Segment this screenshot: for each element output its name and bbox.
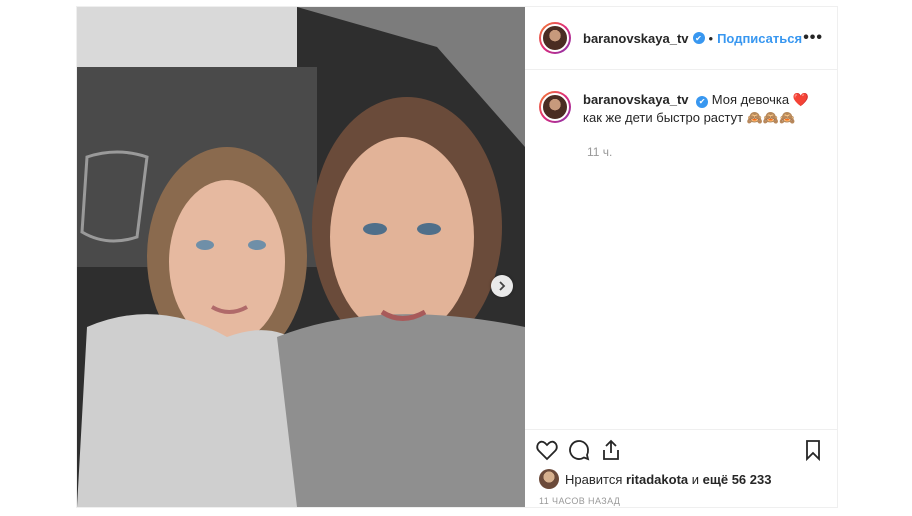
likes-prefix: Нравится <box>565 471 623 487</box>
comment-icon <box>569 440 590 461</box>
liker-avatar[interactable] <box>539 469 559 489</box>
instagram-post: baranovskaya_tv ✔ • Подписаться ••• bara… <box>76 6 838 508</box>
save-button[interactable] <box>799 436 827 464</box>
photo-illustration <box>77 7 525 507</box>
more-options-icon[interactable]: ••• <box>803 29 823 47</box>
caption-username[interactable]: baranovskaya_tv <box>583 92 689 107</box>
header-username[interactable]: baranovskaya_tv <box>583 31 689 46</box>
like-button[interactable] <box>533 436 561 464</box>
caption-time: 11 ч. <box>587 145 613 159</box>
caption: baranovskaya_tv ✔ Моя девочка ❤️ как же … <box>539 91 829 127</box>
share-icon <box>603 439 619 460</box>
verified-badge-icon: ✔ <box>696 96 709 108</box>
share-button[interactable] <box>597 436 625 464</box>
avatar[interactable] <box>539 22 571 54</box>
action-bar <box>525 429 837 470</box>
comment-button[interactable] <box>565 436 593 464</box>
likes-count[interactable]: ещё 56 233 <box>703 472 772 487</box>
caption-text: baranovskaya_tv ✔ Моя девочка ❤️ как же … <box>583 91 809 127</box>
post-header: baranovskaya_tv ✔ • Подписаться ••• <box>525 7 837 70</box>
likes-middle: и <box>691 471 700 487</box>
bookmark-icon <box>806 440 820 462</box>
likes-summary: Нравится ritadakota и ещё 56 233 <box>539 469 771 489</box>
liker-username[interactable]: ritadakota <box>626 472 688 487</box>
separator-dot: • <box>708 30 714 46</box>
verified-badge-icon: ✔ <box>692 32 705 44</box>
post-photo[interactable] <box>77 7 525 507</box>
caption-line-2: как же дети быстро растут 🙈🙈🙈 <box>583 110 796 125</box>
next-photo-button[interactable] <box>491 275 513 297</box>
post-sidebar: baranovskaya_tv ✔ • Подписаться ••• bara… <box>525 7 837 507</box>
caption-line-1: Моя девочка ❤️ <box>711 92 809 107</box>
posted-time[interactable]: 11 ЧАСОВ НАЗАД <box>539 496 620 506</box>
heart-icon <box>536 440 558 461</box>
chevron-right-icon <box>499 281 506 291</box>
follow-button[interactable]: Подписаться <box>717 31 802 46</box>
caption-avatar[interactable] <box>539 91 571 123</box>
